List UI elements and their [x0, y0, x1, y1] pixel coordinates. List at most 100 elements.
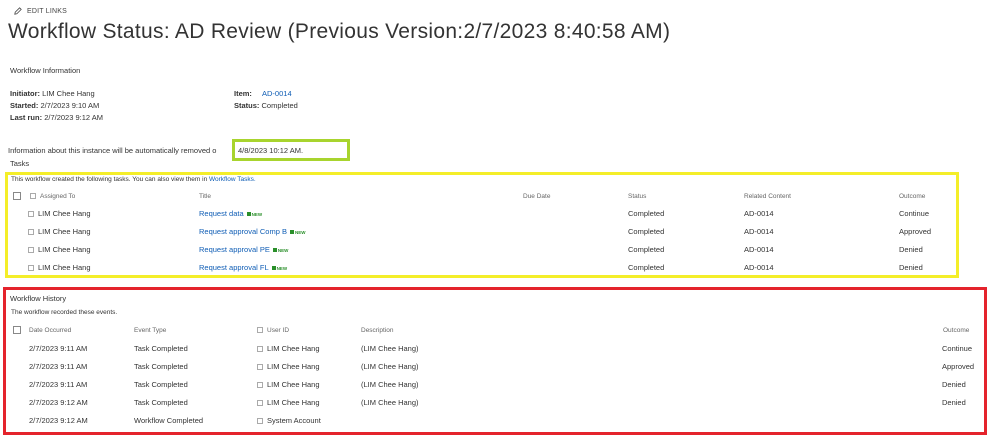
history-outcome: Denied	[942, 380, 966, 389]
tasks-intro: This workflow created the following task…	[11, 176, 256, 183]
edit-links-label: EDIT LINKS	[27, 7, 67, 15]
history-event: Task Completed	[134, 398, 188, 407]
removal-date: 4/8/2023 10:12 AM.	[238, 146, 304, 155]
task-assigned-to: LIM Chee Hang	[28, 227, 91, 236]
tasks-col-assigned-to[interactable]: Assigned To	[30, 193, 75, 200]
assigned-to-filter-icon	[30, 193, 36, 200]
history-event: Task Completed	[134, 362, 188, 371]
task-assigned-to: LIM Chee Hang	[28, 245, 91, 254]
history-col-date-occurred[interactable]: Date Occurred	[29, 327, 71, 334]
history-description: (LIM Chee Hang)	[361, 380, 419, 389]
user-id-filter-icon	[257, 327, 263, 334]
tasks-col-due-date[interactable]: Due Date	[523, 193, 550, 200]
history-intro: The workflow recorded these events.	[11, 309, 118, 316]
tasks-col-title[interactable]: Title	[199, 193, 211, 200]
history-outcome: Denied	[942, 398, 966, 407]
task-assigned-to: LIM Chee Hang	[28, 209, 91, 218]
history-user: LIM Chee Hang	[257, 380, 320, 389]
history-outcome: Approved	[942, 362, 975, 371]
task-title-link[interactable]: Request approval PE	[199, 245, 270, 254]
tasks-label: Tasks	[10, 159, 30, 168]
task-status: Completed	[628, 245, 665, 254]
history-description: (LIM Chee Hang)	[361, 362, 419, 371]
started-row: Started: 2/7/2023 9:10 AM	[10, 101, 99, 110]
history-user: LIM Chee Hang	[257, 344, 320, 353]
user-presence-icon	[28, 229, 34, 236]
task-status: Completed	[628, 227, 665, 236]
initiator-value: LIM Chee Hang	[42, 89, 95, 98]
page-title: Workflow Status: AD Review (Previous Ver…	[8, 20, 671, 43]
tasks-select-all-checkbox[interactable]	[13, 192, 21, 200]
tasks-col-related-content[interactable]: Related Content	[744, 193, 791, 200]
new-badge-icon: NEW	[272, 266, 288, 271]
tasks-highlight	[5, 172, 959, 278]
user-presence-icon	[257, 364, 263, 371]
history-description: (LIM Chee Hang)	[361, 344, 419, 353]
task-related-link[interactable]: AD-0014	[744, 227, 774, 236]
tasks-col-status[interactable]: Status	[628, 193, 646, 200]
task-related-link[interactable]: AD-0014	[744, 263, 774, 272]
task-title-link[interactable]: Request approval FL	[199, 263, 269, 272]
tasks-intro-text: This workflow created the following task…	[11, 176, 208, 183]
history-user: LIM Chee Hang	[257, 398, 320, 407]
task-outcome: Continue	[899, 209, 930, 218]
workflow-information-label: Workflow Information	[10, 66, 81, 75]
task-outcome: Denied	[899, 263, 923, 272]
history-date: 2/7/2023 9:11 AM	[29, 362, 88, 371]
history-col-user-id[interactable]: User ID	[257, 327, 289, 334]
history-outcome: Continue	[942, 344, 973, 353]
history-date: 2/7/2023 9:12 AM	[29, 416, 88, 425]
status-value: Completed	[261, 101, 298, 110]
user-presence-icon	[28, 211, 34, 218]
removal-notice: Information about this instance will be …	[8, 146, 216, 155]
task-related-link[interactable]: AD-0014	[744, 209, 774, 218]
history-description: (LIM Chee Hang)	[361, 398, 419, 407]
edit-links-button[interactable]: EDIT LINKS	[14, 7, 67, 15]
history-col-outcome[interactable]: Outcome	[943, 327, 969, 334]
item-row: Item: AD-0014	[234, 89, 292, 98]
task-outcome: Denied	[899, 245, 923, 254]
workflow-tasks-link[interactable]: Workflow Tasks.	[209, 176, 256, 183]
history-date: 2/7/2023 9:11 AM	[29, 344, 88, 353]
task-status: Completed	[628, 263, 665, 272]
pencil-icon	[14, 7, 22, 15]
task-status: Completed	[628, 209, 665, 218]
history-user: LIM Chee Hang	[257, 362, 320, 371]
initiator-label: Initiator:	[10, 89, 40, 98]
item-link[interactable]: AD-0014	[262, 89, 292, 98]
last-run-row: Last run: 2/7/2023 9:12 AM	[10, 113, 103, 122]
removal-notice-text: Information about this instance will be …	[8, 146, 217, 155]
history-col-description[interactable]: Description	[361, 327, 394, 334]
task-title-link[interactable]: Request data	[199, 209, 244, 218]
history-highlight	[3, 287, 987, 435]
workflow-history-label: Workflow History	[10, 294, 67, 303]
item-label: Item:	[234, 89, 252, 98]
history-date: 2/7/2023 9:11 AM	[29, 380, 88, 389]
history-event: Task Completed	[134, 380, 188, 389]
history-date: 2/7/2023 9:12 AM	[29, 398, 88, 407]
new-badge-icon: NEW	[247, 212, 263, 217]
task-assigned-to: LIM Chee Hang	[28, 263, 91, 272]
user-presence-icon	[257, 382, 263, 389]
started-value: 2/7/2023 9:10 AM	[40, 101, 100, 110]
user-presence-icon	[257, 400, 263, 407]
history-event: Task Completed	[134, 344, 188, 353]
task-title-link[interactable]: Request approval Comp B	[199, 227, 287, 236]
history-event: Workflow Completed	[134, 416, 204, 425]
history-user: System Account	[257, 416, 321, 425]
user-presence-icon	[257, 346, 263, 353]
task-related-link[interactable]: AD-0014	[744, 245, 774, 254]
last-run-label: Last run:	[10, 113, 43, 122]
status-row: Status: Completed	[234, 101, 298, 110]
last-run-value: 2/7/2023 9:12 AM	[44, 113, 103, 122]
user-presence-icon	[28, 265, 34, 272]
history-col-event-type[interactable]: Event Type	[134, 327, 166, 334]
history-select-all-checkbox[interactable]	[13, 326, 21, 334]
tasks-col-outcome[interactable]: Outcome	[899, 193, 925, 200]
user-presence-icon	[28, 247, 34, 254]
new-badge-icon: NEW	[290, 230, 306, 235]
task-outcome: Approved	[899, 227, 932, 236]
status-label: Status:	[234, 101, 260, 110]
started-label: Started:	[10, 101, 39, 110]
initiator-row: Initiator: LIM Chee Hang	[10, 89, 95, 98]
